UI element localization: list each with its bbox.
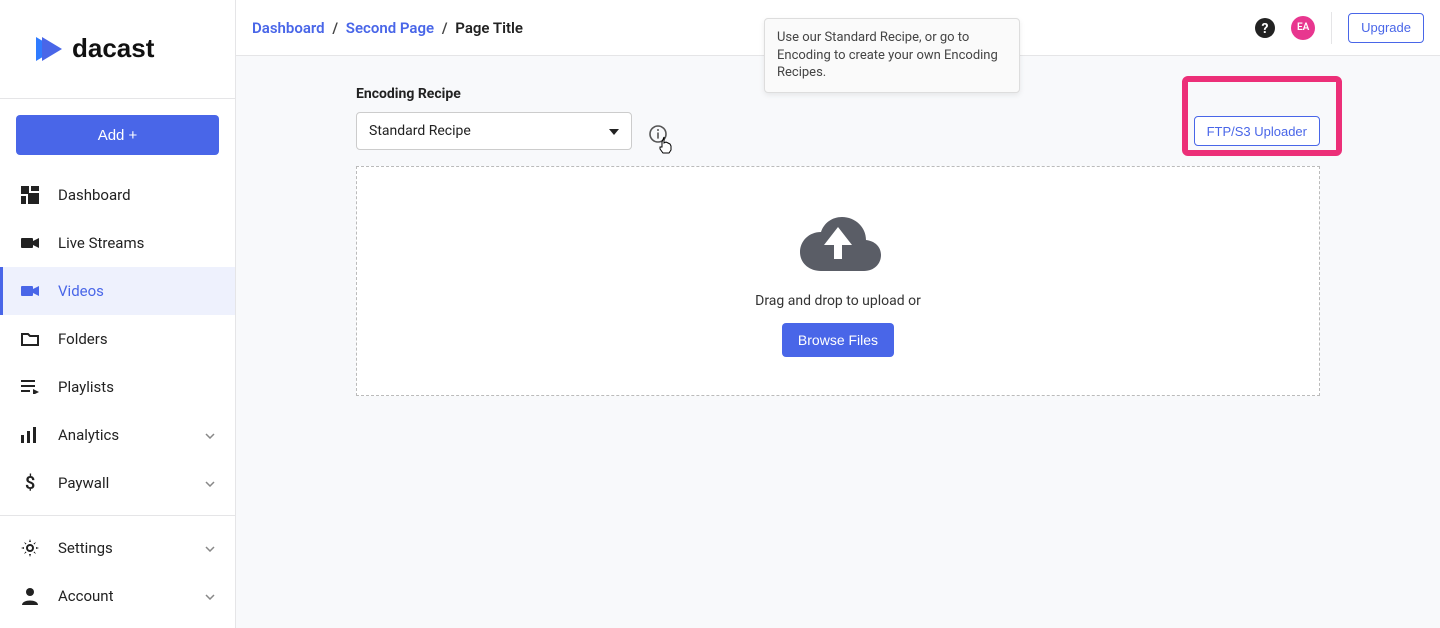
sidebar-item-label: Live Streams: [58, 234, 215, 252]
encoding-recipe-select[interactable]: Standard Recipe: [356, 112, 632, 150]
primary-nav: Dashboard Live Streams Videos Folders Pl…: [0, 171, 235, 620]
sidebar-item-label: Folders: [58, 330, 215, 348]
breadcrumb-sep: /: [442, 19, 448, 37]
main: Dashboard / Second Page / Page Title ? E…: [236, 0, 1440, 628]
dollar-icon: $: [20, 473, 40, 493]
logo[interactable]: dacast: [0, 0, 235, 99]
sidebar-item-label: Analytics: [58, 426, 205, 444]
chevron-down-icon: [205, 427, 215, 443]
breadcrumb-second[interactable]: Second Page: [346, 19, 434, 37]
sidebar-item-videos[interactable]: Videos: [0, 267, 235, 315]
sidebar-item-label: Paywall: [58, 474, 205, 492]
person-icon: [20, 586, 40, 606]
info-icon[interactable]: [648, 124, 668, 144]
upload-dropzone[interactable]: Drag and drop to upload or Browse Files: [356, 166, 1320, 396]
analytics-icon: [20, 425, 40, 445]
browse-files-button[interactable]: Browse Files: [782, 323, 894, 357]
svg-text:?: ?: [1262, 21, 1269, 37]
breadcrumb-root[interactable]: Dashboard: [252, 19, 325, 37]
encoding-tooltip: Use our Standard Recipe, or go to Encodi…: [764, 18, 1020, 93]
sidebar-item-live-streams[interactable]: Live Streams: [0, 219, 235, 267]
chevron-down-icon: [205, 588, 215, 604]
dropzone-text: Drag and drop to upload or: [755, 293, 921, 309]
brand-text: dacast: [72, 33, 155, 63]
breadcrumb-current: Page Title: [455, 19, 523, 37]
help-icon[interactable]: ?: [1253, 16, 1277, 40]
gear-icon: [20, 538, 40, 558]
sidebar-item-playlists[interactable]: Playlists: [0, 363, 235, 411]
breadcrumb: Dashboard / Second Page / Page Title: [252, 19, 523, 37]
chevron-down-icon: [205, 475, 215, 491]
playlist-icon: [20, 377, 40, 397]
sidebar: dacast Add + Dashboard Live Streams Vide…: [0, 0, 236, 628]
sidebar-item-label: Dashboard: [58, 186, 215, 204]
dashboard-icon: [20, 185, 40, 205]
encoding-row: Encoding Recipe Standard Recipe FTP/S3 U…: [356, 86, 1320, 150]
sidebar-item-label: Account: [58, 587, 205, 605]
sidebar-item-label: Settings: [58, 539, 205, 557]
svg-text:$: $: [25, 473, 35, 493]
brand-logo-icon: dacast: [28, 27, 208, 71]
avatar[interactable]: EA: [1291, 16, 1315, 40]
select-value: Standard Recipe: [369, 123, 609, 139]
cloud-upload-icon: [788, 205, 888, 279]
breadcrumb-sep: /: [332, 19, 338, 37]
sidebar-item-dashboard[interactable]: Dashboard: [0, 171, 235, 219]
sidebar-item-label: Playlists: [58, 378, 215, 396]
video-icon: [20, 281, 40, 301]
encoding-recipe-label: Encoding Recipe: [356, 86, 632, 102]
sidebar-item-folders[interactable]: Folders: [0, 315, 235, 363]
sidebar-item-settings[interactable]: Settings: [0, 524, 235, 572]
folder-icon: [20, 329, 40, 349]
chevron-down-icon: [205, 540, 215, 556]
add-button[interactable]: Add +: [16, 115, 219, 155]
ftp-s3-uploader-button[interactable]: FTP/S3 Uploader: [1194, 116, 1320, 146]
camera-icon: [20, 233, 40, 253]
content: Use our Standard Recipe, or go to Encodi…: [236, 56, 1440, 396]
sidebar-item-analytics[interactable]: Analytics: [0, 411, 235, 459]
sidebar-item-account[interactable]: Account: [0, 572, 235, 620]
upgrade-button[interactable]: Upgrade: [1348, 13, 1424, 43]
sidebar-item-label: Videos: [58, 282, 215, 300]
topbar-divider: [1331, 12, 1332, 44]
sidebar-item-paywall[interactable]: $ Paywall: [0, 459, 235, 507]
caret-down-icon: [609, 123, 619, 139]
nav-divider: [0, 515, 235, 516]
